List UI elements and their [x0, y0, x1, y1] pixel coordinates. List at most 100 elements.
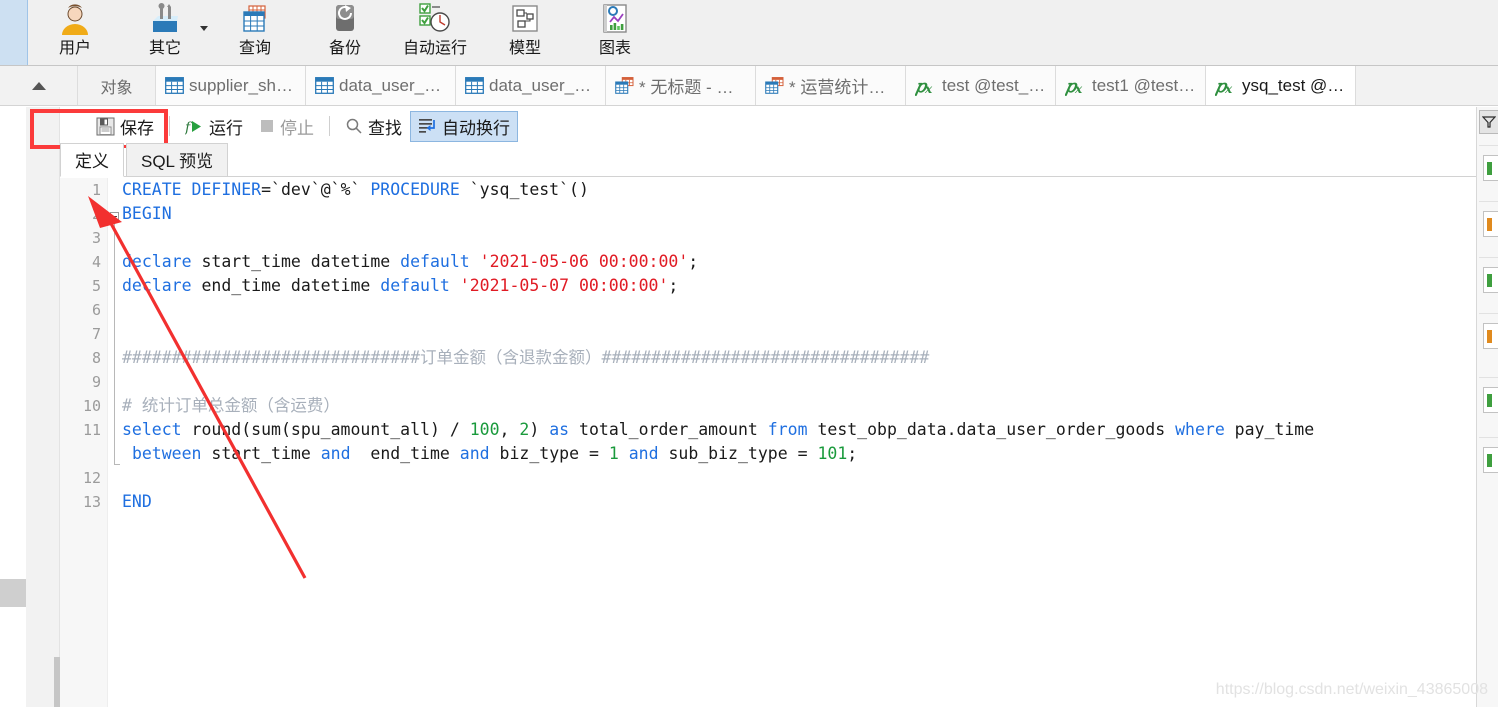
right-panel-divider [1479, 257, 1498, 258]
line-number: 10 [82, 397, 101, 415]
query-icon [615, 77, 634, 94]
right-panel-filter-button[interactable] [1479, 110, 1498, 134]
tab-object[interactable]: 对象 [78, 66, 156, 105]
watermark-text: https://blog.csdn.net/weixin_43865008 [1215, 681, 1488, 698]
document-tab-bar: 对象 supplier_sho... data_user_or... data_us… [0, 66, 1498, 106]
subtab-1[interactable]: 定义 [60, 143, 124, 177]
code-token: and [628, 444, 659, 463]
code-line[interactable] [122, 322, 1478, 346]
find-button[interactable]: 查找 [337, 111, 410, 142]
nav​icat-procedure-editor-window: 用户 其它 查询 备份 自动运行 模型 图表 对象 supplier_sho... data_… [0, 0, 1498, 707]
line-number: 5 [91, 277, 101, 295]
fold-toggle-begin[interactable] [110, 212, 119, 221]
line-number: 3 [91, 229, 101, 247]
run-button[interactable]: ƒ 运行 [177, 111, 251, 142]
ribbon-button-label: 模型 [508, 40, 541, 57]
procedure-icon: 𝑝x [1215, 76, 1237, 96]
right-panel-item-2[interactable] [1483, 211, 1498, 237]
code-token: start_time datetime [191, 252, 401, 271]
ribbon-button-7[interactable]: 图表 [570, 0, 660, 65]
code-line[interactable]: END [122, 490, 1478, 514]
right-side-panel [1476, 107, 1498, 707]
code-token: and [320, 444, 351, 463]
code-token: start_time [201, 444, 321, 463]
right-panel-item-5[interactable] [1483, 387, 1498, 413]
document-tab-8[interactable]: 𝑝 x ysq_test @te... [1206, 66, 1356, 105]
ribbon-button-1[interactable]: 用户 [30, 0, 120, 65]
model-icon [505, 2, 545, 38]
code-line[interactable]: CREATE DEFINER=`dev`@`%` PROCEDURE `ysq_… [122, 178, 1478, 202]
line-number: 4 [91, 253, 101, 271]
user-icon [55, 2, 95, 38]
left-edge-blank-strip [0, 107, 26, 707]
svg-text:ƒ: ƒ [185, 120, 193, 136]
code-line[interactable]: select round(sum(spu_amount_all) / 100, … [122, 418, 1478, 442]
code-fold-column[interactable] [108, 178, 122, 707]
right-panel-divider [1479, 145, 1498, 146]
word-wrap-toggle[interactable]: 自动换行 [410, 110, 518, 142]
other-tools-icon [145, 2, 185, 38]
right-panel-item-1[interactable] [1483, 155, 1498, 181]
code-token: `ysq_test`() [459, 180, 589, 199]
document-tab-3[interactable]: data_user_or... [456, 66, 606, 105]
code-token: =`dev`@`%` [261, 180, 371, 199]
document-tab-5[interactable]: * 运营统计报... [756, 66, 906, 105]
floppy-disk-icon [96, 117, 115, 135]
find-button-label: 查找 [368, 118, 402, 138]
left-scrollbar-thumb[interactable] [0, 579, 26, 607]
code-line[interactable] [122, 370, 1478, 394]
svg-text:x: x [1224, 82, 1233, 96]
save-button[interactable]: 保存 [88, 111, 162, 142]
collapse-ribbon-button[interactable] [0, 66, 78, 105]
code-token: declare [122, 252, 192, 271]
code-line[interactable]: declare start_time datetime default '202… [122, 250, 1478, 274]
document-tab-1[interactable]: supplier_sho... [156, 66, 306, 105]
play-icon: ƒ [185, 120, 201, 136]
ribbon-toolbar: 用户 其它 查询 备份 自动运行 模型 图表 [0, 0, 1498, 66]
code-line[interactable]: BEGIN [122, 202, 1478, 226]
code-token: 1 [608, 444, 619, 463]
document-tab-label: * 无标题 - 查询 [639, 78, 746, 97]
right-panel-divider [1479, 313, 1498, 314]
code-line[interactable]: ##############################订单金额（含退款金额… [122, 346, 1478, 370]
document-tab-7[interactable]: 𝑝 x test1 @test_... [1056, 66, 1206, 105]
document-tab-2[interactable]: data_user_or... [306, 66, 456, 105]
chevron-down-icon[interactable] [200, 26, 208, 31]
code-line[interactable] [122, 466, 1478, 490]
code-line[interactable]: declare end_time datetime default '2021-… [122, 274, 1478, 298]
document-tab-6[interactable]: 𝑝 x test @test_o... [906, 66, 1056, 105]
green-bar-icon [1487, 274, 1492, 287]
code-line[interactable]: # 统计订单总金额（含运费） [122, 394, 1478, 418]
code-token: end_time datetime [191, 276, 381, 295]
right-panel-item-3[interactable] [1483, 267, 1498, 293]
ribbon-button-label: 备份 [328, 40, 361, 57]
subtab-2[interactable]: SQL 预览 [126, 143, 229, 176]
code-token: BEGIN [122, 204, 172, 223]
ribbon-button-5[interactable]: 自动运行 [390, 0, 480, 65]
code-line[interactable] [122, 298, 1478, 322]
ribbon-button-2[interactable]: 其它 [120, 0, 210, 65]
right-panel-item-6[interactable] [1483, 447, 1498, 473]
code-line[interactable] [122, 226, 1478, 250]
query-icon [765, 77, 784, 94]
ribbon-button-6[interactable]: 模型 [480, 0, 570, 65]
query-table-icon [235, 2, 275, 38]
code-token: biz_type = [489, 444, 609, 463]
document-tab-4[interactable]: * 无标题 - 查询 [606, 66, 756, 105]
right-panel-item-4[interactable] [1483, 323, 1498, 349]
code-token: END [122, 492, 152, 511]
left-panel-strip [26, 107, 79, 707]
code-text-content[interactable]: CREATE DEFINER=`dev`@`%` PROCEDURE `ysq_… [122, 178, 1478, 707]
fold-guide-line [114, 222, 115, 464]
stop-button[interactable]: 停止 [251, 111, 322, 142]
sql-code-editor[interactable]: 1 2 3 4 5 6 7 8 9 10 11 12 13 CREATE DEFINER=`dev`@`… [60, 178, 1478, 707]
code-line[interactable]: between start_time and end_time and biz_… [122, 442, 1478, 466]
backup-icon [325, 2, 365, 38]
auto-run-icon [415, 2, 455, 38]
code-token: ; [668, 276, 679, 295]
ribbon-button-label: 其它 [148, 40, 181, 57]
ribbon-button-4[interactable]: 备份 [300, 0, 390, 65]
line-number: 7 [91, 325, 101, 343]
ribbon-button-3[interactable]: 查询 [210, 0, 300, 65]
